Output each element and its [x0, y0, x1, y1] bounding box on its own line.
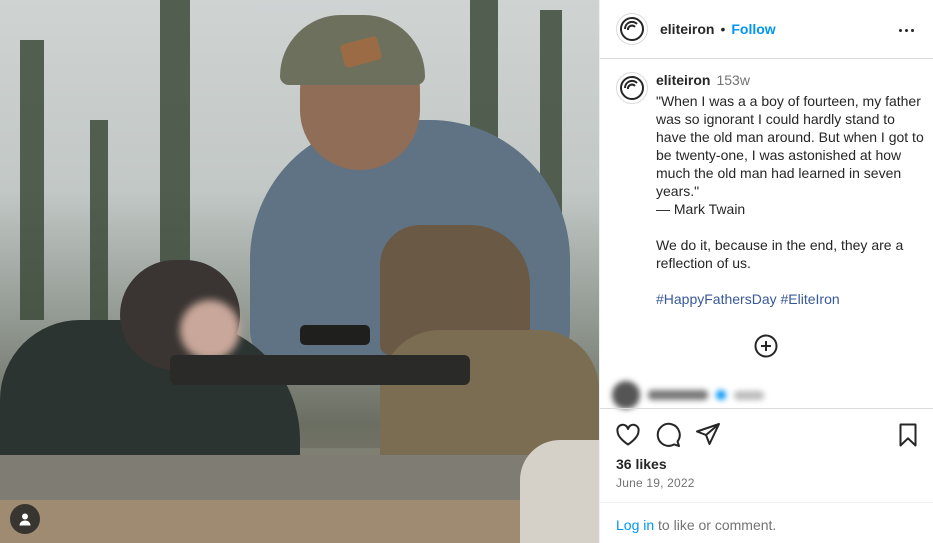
comment-time-blurred — [734, 390, 764, 400]
share-icon[interactable] — [695, 422, 721, 448]
comment-username-blurred — [648, 390, 708, 400]
heart-icon[interactable] — [615, 422, 641, 448]
more-options-icon[interactable] — [894, 18, 918, 42]
photo-blanket — [0, 455, 599, 505]
plus-circle-icon[interactable] — [754, 334, 778, 358]
caption-text: "When I was a a boy of fourteen, my fath… — [656, 93, 924, 271]
verified-badge-icon — [716, 390, 726, 400]
avatar[interactable] — [616, 72, 648, 104]
post-photo[interactable] — [0, 0, 599, 543]
tree-silhouette — [20, 40, 44, 320]
divider — [600, 502, 933, 503]
bookmark-icon[interactable] — [895, 422, 921, 448]
eliteiron-logo-icon — [620, 17, 644, 41]
photo-rock — [520, 440, 599, 543]
post-side-panel: eliteiron • Follow eliteiron 153w "When I… — [599, 0, 933, 543]
avatar — [612, 381, 640, 409]
user-tag-icon[interactable] — [10, 504, 40, 534]
login-prompt: Log in to like or comment. — [616, 517, 776, 533]
photo-rifle — [170, 355, 470, 385]
photo-rifle-scope — [300, 325, 370, 345]
hashtag-link[interactable]: #EliteIron — [781, 291, 840, 307]
photo-kid-face-blurred — [180, 300, 240, 360]
likes-count[interactable]: 36 likes — [616, 456, 667, 472]
post-header: eliteiron • Follow — [600, 0, 933, 59]
hashtag-link[interactable]: #HappyFathersDay — [656, 291, 777, 307]
tree-silhouette — [160, 0, 190, 300]
caption-body: eliteiron 153w "When I was a a boy of fou… — [656, 72, 926, 308]
login-link[interactable]: Log in — [616, 517, 654, 533]
follow-button[interactable]: Follow — [731, 21, 775, 37]
photo-mat — [0, 500, 599, 543]
post-author-username[interactable]: eliteiron — [660, 21, 714, 37]
post-date[interactable]: June 19, 2022 — [616, 476, 695, 490]
action-bar — [615, 422, 925, 448]
tree-silhouette — [90, 120, 108, 320]
caption-hashtags: #HappyFathersDay #EliteIron — [656, 290, 926, 308]
blurred-comment-preview — [612, 381, 812, 409]
login-suffix: to like or comment. — [654, 517, 777, 533]
avatar[interactable] — [616, 13, 648, 45]
caption-timestamp[interactable]: 153w — [716, 72, 749, 88]
divider — [600, 408, 933, 409]
separator-dot: • — [720, 21, 726, 37]
caption-username[interactable]: eliteiron — [656, 72, 710, 88]
comment-icon[interactable] — [655, 422, 681, 448]
eliteiron-logo-icon — [620, 76, 644, 100]
